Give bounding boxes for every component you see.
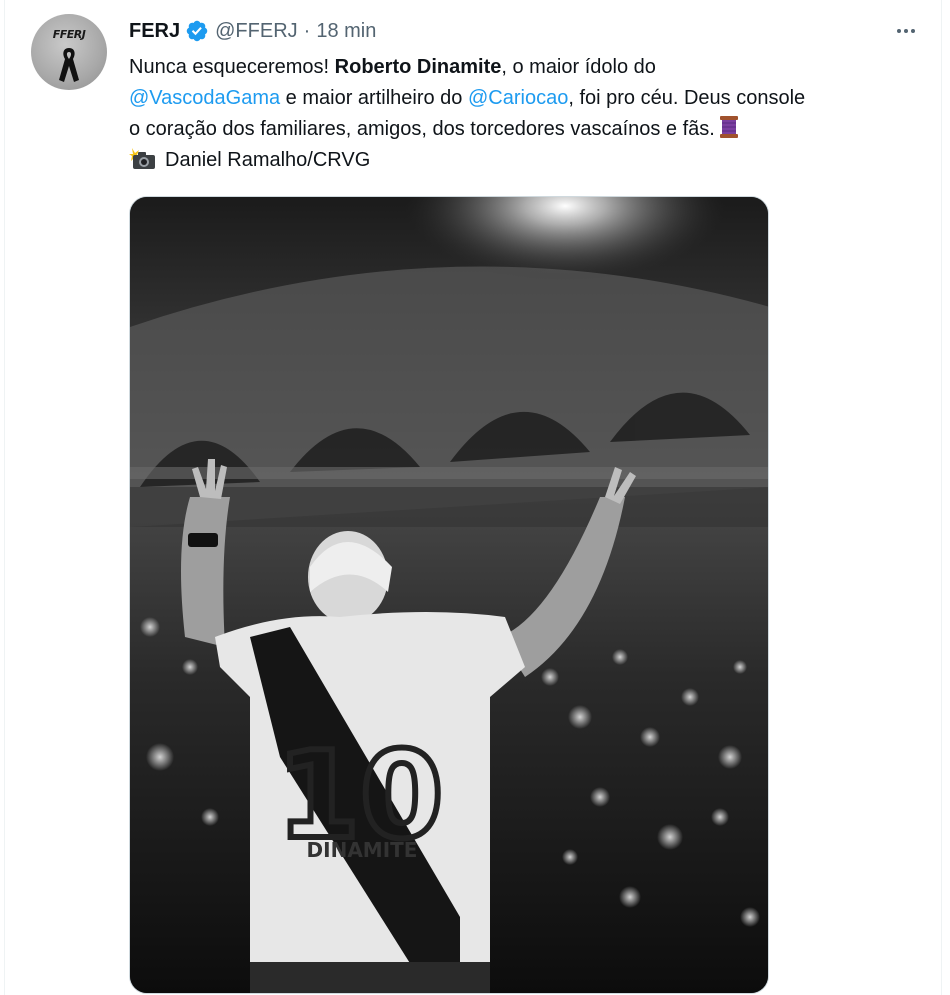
text-segment: e maior artilheiro do: [280, 87, 468, 109]
photo-credit: Daniel Ramalho/CRVG: [165, 149, 371, 171]
black-ribbon-icon: [59, 48, 79, 82]
text-segment: o coração dos familiares, amigos, dos to…: [129, 118, 715, 140]
mention-vascodagama[interactable]: @VascodaGama: [129, 87, 280, 109]
text-segment: , o maior ídolo do: [501, 56, 656, 78]
separator-dot: ·: [303, 19, 311, 42]
text-segment: Nunca esqueceremos!: [129, 56, 335, 78]
timestamp[interactable]: 18 min: [316, 20, 376, 43]
tweet-photo[interactable]: 10 DINAMITE: [129, 196, 769, 994]
photo-image: 10 DINAMITE: [130, 197, 768, 993]
camera-flash-emoji-icon: [129, 148, 155, 169]
tweet-text: Nunca esqueceremos! Roberto Dinamite, o …: [129, 52, 929, 176]
tweet-header: FERJ @FFERJ · 18 min: [129, 18, 376, 44]
jersey-name: DINAMITE: [307, 838, 418, 862]
author-handle[interactable]: @FFERJ: [215, 20, 298, 43]
spool-of-thread-emoji-icon: [719, 116, 738, 138]
author-name[interactable]: FERJ: [129, 20, 180, 43]
tweet-text-line-3: o coração dos familiares, amigos, dos to…: [129, 114, 929, 145]
avatar-logo-text: FFERJ: [52, 28, 86, 41]
tweet-card[interactable]: FFERJ FERJ @FFERJ · 18 min Nunca esquece…: [4, 0, 942, 995]
bold-name: Roberto Dinamite: [334, 56, 502, 78]
mention-cariocao[interactable]: @Cariocao: [468, 87, 568, 109]
text-segment: , foi pro céu. Deus console: [568, 87, 806, 109]
more-options-icon[interactable]: [891, 18, 921, 44]
tweet-text-line-4: Daniel Ramalho/CRVG: [129, 145, 929, 176]
verified-badge-icon[interactable]: [185, 19, 209, 43]
avatar[interactable]: FFERJ: [31, 14, 107, 90]
tweet-text-line-2: @VascodaGama e maior artilheiro do @Cari…: [129, 83, 929, 114]
tweet-text-line-1: Nunca esqueceremos! Roberto Dinamite, o …: [129, 52, 929, 83]
